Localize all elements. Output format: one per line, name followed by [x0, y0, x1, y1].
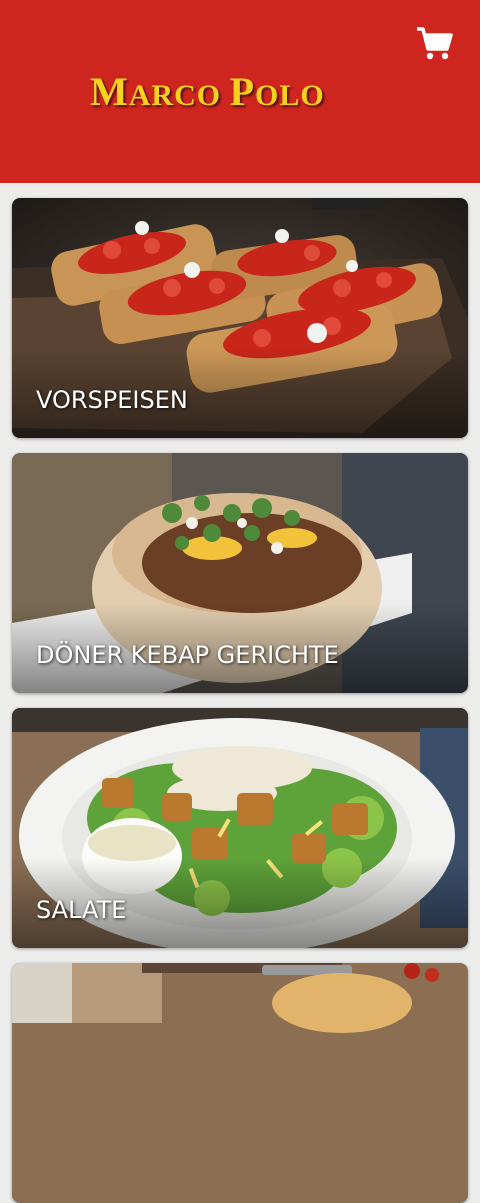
app-header: MARCO POLO [0, 0, 480, 183]
category-card-pizza[interactable] [12, 963, 468, 1203]
logo-letter: M [90, 69, 129, 114]
pizza-photo [12, 963, 468, 1203]
category-label: DÖNER KEBAP GERICHTE [36, 641, 339, 669]
category-card-doner-kebap[interactable]: DÖNER KEBAP GERICHTE [12, 453, 468, 693]
category-label: VORSPEISEN [36, 386, 188, 414]
logo-letters: ARCO [128, 79, 222, 112]
logo-letter: P [229, 69, 256, 114]
category-label: SALATE [36, 896, 127, 924]
category-card-vorspeisen[interactable]: VORSPEISEN [12, 198, 468, 438]
brand-logo[interactable]: MARCO POLO [90, 68, 325, 115]
shopping-cart-icon[interactable] [414, 24, 454, 64]
logo-letters: OLO [255, 79, 325, 112]
category-card-salate[interactable]: SALATE [12, 708, 468, 948]
